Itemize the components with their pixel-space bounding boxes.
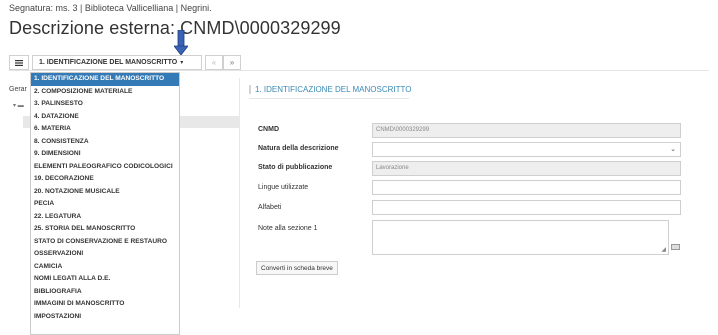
section-toolbar: 1. IDENTIFICAZIONE DEL MANOSCRITTO ▾ « » (9, 55, 241, 70)
note-label: Note alla sezione 1 (258, 225, 318, 232)
section-heading: 1. IDENTIFICAZIONE DEL MANOSCRITTO (249, 85, 411, 94)
tree-toggle-icon: ▾ (13, 103, 17, 109)
tree-node[interactable]: ▾ ▬ (13, 102, 24, 109)
menu-item[interactable]: BIBLIOGRAFIA (31, 286, 179, 299)
menu-item[interactable]: 8. CONSISTENZA (31, 136, 179, 149)
menu-item[interactable]: 2. COMPOSIZIONE MATERIALE (31, 86, 179, 99)
caret-down-icon: ▾ (180, 60, 184, 66)
section-dropdown-label: 1. IDENTIFICAZIONE DEL MANOSCRITTO (39, 59, 178, 66)
list-toggle-button[interactable] (9, 55, 29, 70)
section-dropdown-button[interactable]: 1. IDENTIFICAZIONE DEL MANOSCRITTO ▾ (32, 55, 202, 70)
list-icon (15, 59, 23, 66)
resize-handle-icon[interactable]: ◢ (661, 246, 666, 253)
menu-item[interactable]: CAMICIA (31, 261, 179, 274)
section-heading-underline (249, 98, 409, 99)
folder-icon: ▬ (17, 103, 24, 109)
section-dropdown-menu: 1. IDENTIFICAZIONE DEL MANOSCRITTO 2. COM… (30, 72, 180, 335)
segnatura-text: Segnatura: ms. 3 | Biblioteca Vallicelli… (9, 3, 212, 13)
lingue-input[interactable] (372, 180, 681, 195)
menu-item[interactable]: 9. DIMENSIONI (31, 148, 179, 161)
hierarchy-label: Gerar (9, 86, 27, 93)
cnmd-field: CNMD\0000329299 (372, 123, 681, 138)
note-textarea[interactable]: ◢ (372, 220, 669, 255)
menu-item[interactable]: 22. LEGATURA (31, 211, 179, 224)
next-section-button[interactable]: » (223, 55, 241, 70)
menu-item[interactable]: STATO DI CONSERVAZIONE E RESTAURO (31, 236, 179, 249)
menu-item[interactable]: 19. DECORAZIONE (31, 173, 179, 186)
menu-item[interactable]: OSSERVAZIONI (31, 248, 179, 261)
menu-item[interactable]: NOMI LEGATI ALLA D.E. (31, 273, 179, 286)
convert-button[interactable]: Converti in scheda breve (256, 261, 338, 275)
cnmd-label: CNMD (258, 126, 279, 133)
menu-item[interactable]: 6. MATERIA (31, 123, 179, 136)
stato-label: Stato di pubblicazione (258, 164, 333, 171)
menu-item[interactable]: 25. STORIA DEL MANOSCRITTO (31, 223, 179, 236)
sidebar-divider (239, 78, 240, 308)
prev-section-button[interactable]: « (205, 55, 223, 70)
lingue-label: Lingue utilizzate (258, 184, 309, 191)
alfabeti-label: Alfabeti (258, 204, 282, 211)
down-arrow-annotation-icon (174, 30, 188, 55)
menu-item[interactable]: 20. NOTAZIONE MUSICALE (31, 186, 179, 199)
menu-item[interactable]: IMMAGINI DI MANOSCRITTO (31, 298, 179, 311)
stato-field: Lavorazione (372, 161, 681, 176)
natura-select[interactable]: ⌄ (372, 142, 681, 157)
natura-label: Natura della descrizione (258, 145, 339, 152)
menu-item[interactable]: 3. PALINSESTO (31, 98, 179, 111)
menu-item[interactable]: ELEMENTI PALEOGRAFICO CODICOLOGICI (31, 161, 179, 174)
menu-item[interactable]: IMPOSTAZIONI (31, 311, 179, 324)
toolbar-divider (9, 70, 709, 71)
menu-item[interactable]: PECIA (31, 198, 179, 211)
alfabeti-input[interactable] (372, 200, 681, 215)
menu-item[interactable]: 1. IDENTIFICAZIONE DEL MANOSCRITTO (31, 73, 179, 86)
chevron-down-icon: ⌄ (670, 146, 676, 153)
keyboard-icon[interactable] (671, 244, 680, 250)
menu-item[interactable]: 4. DATAZIONE (31, 111, 179, 124)
